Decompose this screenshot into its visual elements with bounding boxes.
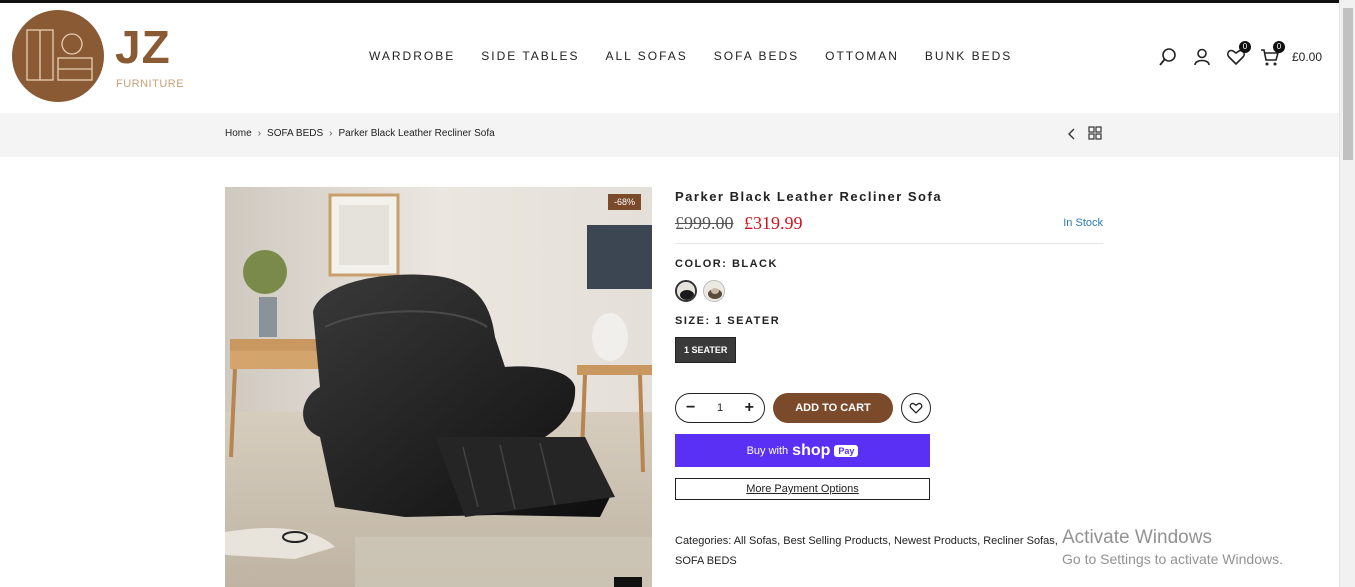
header-icons: 0 0 £0.00 <box>1158 41 1322 69</box>
product-image[interactable]: -68% <box>225 187 652 587</box>
breadcrumb-sofa-beds[interactable]: SOFA BEDS <box>267 128 323 139</box>
size-label: SIZE: 1 SEATER <box>675 315 781 327</box>
logo-text: JZ <box>115 21 171 73</box>
discount-badge: -68% <box>607 194 641 210</box>
nav-ottoman[interactable]: OTTOMAN <box>825 49 899 63</box>
nav-wardrobe[interactable]: WARDROBE <box>369 49 455 63</box>
quantity-stepper: − 1 + <box>675 393 765 423</box>
breadcrumb-bar: Home › SOFA BEDS › Parker Black Leather … <box>0 113 1339 157</box>
category-link[interactable]: All Sofas <box>734 535 777 547</box>
minus-icon[interactable]: − <box>686 399 695 417</box>
product-details: Parker Black Leather Recliner Sofa £999.… <box>675 187 1103 571</box>
old-price: £999.00 <box>675 213 734 233</box>
page-scrollbar[interactable] <box>1339 0 1355 587</box>
chevron-right-icon: › <box>257 128 262 139</box>
stock-status: In Stock <box>1063 217 1103 229</box>
scrollbar-thumb[interactable] <box>1343 8 1353 160</box>
shop-pay-logo: shop <box>792 441 831 459</box>
cart-total[interactable]: £0.00 <box>1292 50 1322 64</box>
category-link[interactable]: SOFA BEDS <box>675 555 737 567</box>
breadcrumb-current: Parker Black Leather Recliner Sofa <box>338 128 495 139</box>
shop-pay-button[interactable]: Buy with shop Pay <box>675 434 930 467</box>
sale-price: £319.99 <box>744 213 803 233</box>
product-nav <box>1066 126 1102 145</box>
shop-pay-badge: Pay <box>834 444 859 457</box>
price-row: £999.00 £319.99 In Stock <box>675 213 1103 244</box>
color-label: COLOR: BLACK <box>675 258 778 270</box>
plus-icon[interactable]: + <box>745 399 754 417</box>
nav-side-tables[interactable]: SIDE TABLES <box>481 49 579 63</box>
category-link[interactable]: Newest Products <box>894 535 977 547</box>
color-swatches <box>675 280 1103 302</box>
wishlist-count-badge: 0 <box>1239 41 1251 53</box>
user-icon[interactable] <box>1192 47 1212 67</box>
nav-bunk-beds[interactable]: BUNK BEDS <box>925 49 1012 63</box>
nav-sofa-beds[interactable]: SOFA BEDS <box>714 49 799 63</box>
nav-all-sofas[interactable]: ALL SOFAS <box>606 49 688 63</box>
windows-activation-watermark: Activate Windows Go to Settings to activ… <box>1062 527 1283 567</box>
logo-emblem <box>12 10 104 102</box>
category-link[interactable]: Recliner Sofas <box>983 535 1055 547</box>
expand-image-icon[interactable] <box>614 577 642 587</box>
breadcrumb-home[interactable]: Home <box>225 128 252 139</box>
main-nav: WARDROBE SIDE TABLES ALL SOFAS SOFA BEDS… <box>369 49 1038 63</box>
wishlist-button[interactable] <box>901 393 931 423</box>
heart-icon[interactable]: 0 <box>1226 41 1251 67</box>
buy-row: − 1 + ADD TO CART <box>675 393 1103 423</box>
logo-tagline: FURNITURE <box>116 78 185 90</box>
watermark-title: Activate Windows <box>1062 527 1212 548</box>
cart-icon[interactable]: 0 <box>1260 41 1285 67</box>
heart-icon <box>909 402 923 414</box>
shop-pay-prefix: Buy with <box>746 444 789 457</box>
size-option-1-seater[interactable]: 1 SEATER <box>675 337 737 363</box>
category-link[interactable]: Best Selling Products <box>783 535 888 547</box>
chevron-left-icon[interactable] <box>1066 127 1076 145</box>
product-categories: Categories: All Sofas, Best Selling Prod… <box>675 535 1058 567</box>
cart-count-badge: 0 <box>1273 41 1285 53</box>
site-header: JZ FURNITURE WARDROBE SIDE TABLES ALL SO… <box>0 3 1339 113</box>
more-payment-options-link[interactable]: More Payment Options <box>675 478 930 500</box>
breadcrumb: Home › SOFA BEDS › Parker Black Leather … <box>225 128 495 139</box>
product-title: Parker Black Leather Recliner Sofa <box>675 189 943 204</box>
watermark-subtitle: Go to Settings to activate Windows. <box>1062 551 1283 567</box>
search-icon[interactable] <box>1158 47 1178 67</box>
add-to-cart-button[interactable]: ADD TO CART <box>773 393 893 423</box>
quantity-value[interactable]: 1 <box>717 402 723 414</box>
chevron-right-icon: › <box>329 128 333 139</box>
color-swatch-black[interactable] <box>675 280 697 302</box>
categories-label: Categories: <box>675 535 732 547</box>
grid-icon[interactable] <box>1088 126 1102 145</box>
logo[interactable]: JZ FURNITURE <box>12 10 185 104</box>
color-swatch-alt[interactable] <box>703 280 725 302</box>
